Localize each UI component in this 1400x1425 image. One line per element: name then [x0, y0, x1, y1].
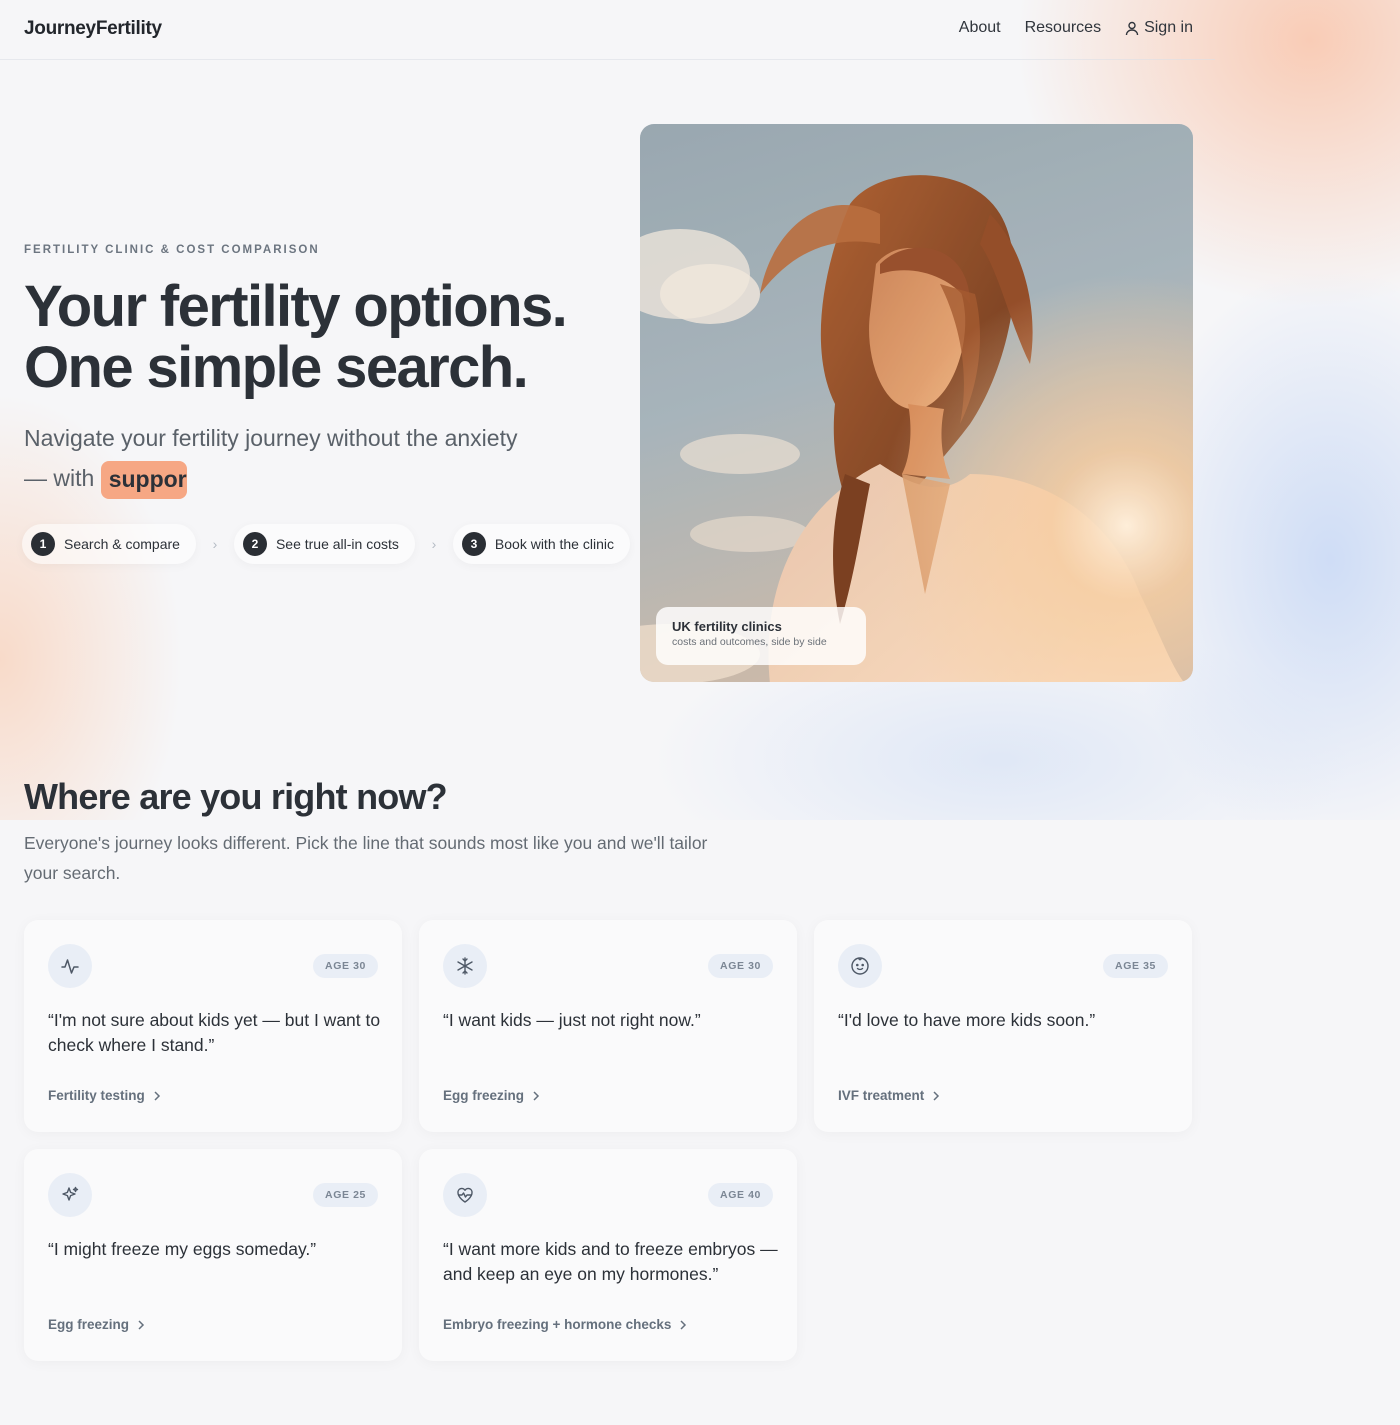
hero-photo-illustration: [640, 124, 1193, 682]
chevron-right-icon: [533, 1090, 540, 1101]
baby-face-icon: [838, 944, 882, 988]
journey-card-ivf-treatment[interactable]: AGE 35 “I'd love to have more kids soon.…: [814, 920, 1192, 1132]
hero-image: UK fertility clinics costs and outcomes,…: [640, 124, 1193, 682]
card-quote: “I'd love to have more kids soon.”: [838, 1010, 1096, 1030]
step-number: 2: [242, 532, 267, 556]
card-link[interactable]: Egg freezing: [48, 1317, 145, 1332]
age-badge: AGE 25: [313, 1183, 378, 1207]
card-link-label: Egg freezing: [48, 1317, 130, 1332]
chevron-right-icon: [680, 1319, 687, 1330]
sparkles-icon: [48, 1173, 92, 1217]
subhead-prefix: — with: [24, 465, 95, 491]
chevron-right-icon: [138, 1319, 145, 1330]
sign-in-link[interactable]: Sign in: [1125, 19, 1193, 37]
step-number: 3: [461, 532, 486, 556]
steps-bar: 1 Search & compare › 2 See true all-in c…: [22, 524, 630, 564]
hero-eyebrow: FERTILITY CLINIC & COST COMPARISON: [24, 244, 320, 256]
site-header: JourneyFertility About Resources Sign in: [0, 0, 1215, 60]
nav-resources-link[interactable]: Resources: [1025, 19, 1101, 37]
age-badge: AGE 30: [313, 954, 378, 978]
card-link[interactable]: Egg freezing: [443, 1088, 540, 1103]
subhead-line-1: Navigate your fertility journey without …: [24, 425, 518, 451]
chevron-right-icon: ›: [212, 536, 218, 552]
caption-subtitle: costs and outcomes, side by side: [672, 636, 827, 648]
image-caption: UK fertility clinics costs and outcomes,…: [656, 607, 866, 665]
step-search-compare[interactable]: 1 Search & compare: [22, 524, 196, 564]
journey-card-egg-freezing-someday[interactable]: AGE 25 “I might freeze my eggs someday.”…: [24, 1149, 402, 1361]
card-quote: “I might freeze my eggs someday.”: [48, 1239, 317, 1259]
chevron-right-icon: ›: [431, 536, 437, 552]
main-nav: About Resources Sign in: [959, 19, 1193, 37]
step-book-clinic[interactable]: 3 Book with the clinic: [452, 524, 630, 564]
card-link-label: Egg freezing: [443, 1088, 525, 1103]
headline-line-1: Your fertility options.: [24, 274, 568, 339]
step-number: 1: [31, 532, 55, 556]
chevron-right-icon: [933, 1090, 940, 1101]
step-label: Search & compare: [64, 536, 180, 552]
heart-pulse-icon: [443, 1173, 487, 1217]
snowflake-icon: [443, 944, 487, 988]
sign-in-label: Sign in: [1144, 19, 1193, 36]
step-label: See true all-in costs: [275, 536, 399, 552]
headline-line-2: One simple search.: [24, 335, 529, 400]
age-badge: AGE 35: [1103, 954, 1168, 978]
user-icon: [1125, 21, 1139, 35]
card-link[interactable]: Embryo freezing + hormone checks: [443, 1317, 687, 1332]
activity-icon: [48, 944, 92, 988]
section-title: Where are you right now?: [24, 776, 448, 817]
subhead-highlight: support: [100, 460, 187, 499]
card-link-label: IVF treatment: [838, 1088, 925, 1103]
card-link[interactable]: Fertility testing: [48, 1088, 161, 1103]
card-quote: “I'm not sure about kids yet — but I wan…: [48, 1010, 381, 1055]
journey-card-embryo-freezing[interactable]: AGE 40 “I want more kids and to freeze e…: [419, 1149, 797, 1361]
hero-headline: Your fertility options. One simple searc…: [24, 274, 568, 400]
caption-title: UK fertility clinics: [672, 619, 782, 634]
step-label: Book with the clinic: [494, 536, 614, 552]
site-logo[interactable]: JourneyFertility: [24, 18, 162, 40]
card-quote: “I want kids — just not right now.”: [443, 1010, 701, 1030]
card-link-label: Fertility testing: [48, 1088, 145, 1103]
chevron-right-icon: [154, 1090, 160, 1101]
journey-card-fertility-testing[interactable]: AGE 30 “I'm not sure about kids yet — bu…: [24, 920, 402, 1132]
age-badge: AGE 30: [708, 954, 773, 978]
age-badge: AGE 40: [708, 1183, 773, 1207]
card-link[interactable]: IVF treatment: [838, 1088, 940, 1103]
section-subtitle: Everyone's journey looks different. Pick…: [24, 833, 708, 883]
card-quote: “I want more kids and to freeze embryos …: [443, 1239, 778, 1284]
nav-about-link[interactable]: About: [959, 19, 1001, 37]
card-link-label: Embryo freezing + hormone checks: [443, 1317, 672, 1332]
journey-card-egg-freezing[interactable]: AGE 30 “I want kids — just not right now…: [419, 920, 797, 1132]
step-see-costs[interactable]: 2 See true all-in costs: [233, 524, 415, 564]
hero-subhead: Navigate your fertility journey without …: [24, 418, 584, 499]
